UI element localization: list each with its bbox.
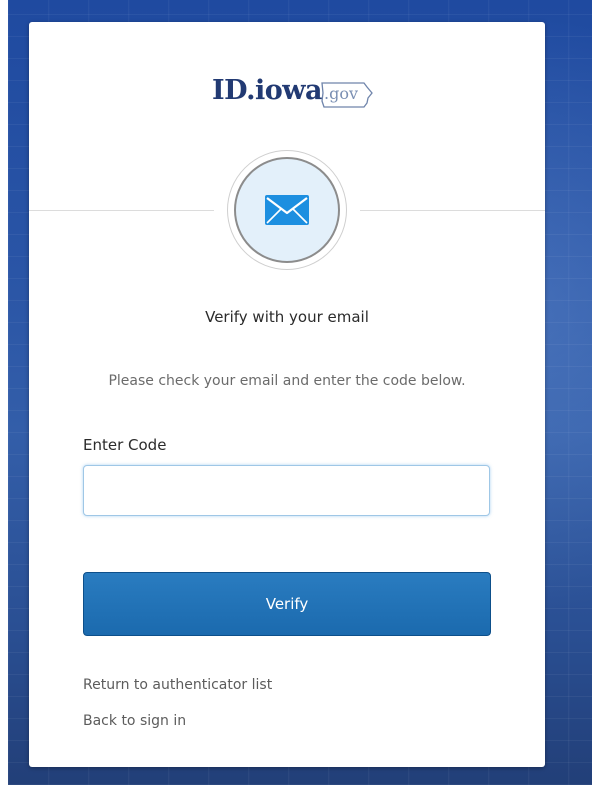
badge-inner-circle [234, 157, 340, 263]
code-input[interactable] [83, 465, 490, 516]
code-field-label: Enter Code [83, 436, 167, 454]
back-to-sign-in-link[interactable]: Back to sign in [83, 713, 186, 729]
logo-main-text: ID.iowa [212, 75, 322, 106]
email-authenticator-badge [227, 150, 347, 270]
iowa-state-outline-icon [321, 82, 373, 108]
verify-email-card: ID.iowa .gov Verify with your email Plea… [29, 22, 545, 767]
page: ID.iowa .gov Verify with your email Plea… [0, 0, 592, 785]
page-title: Verify with your email [205, 308, 369, 326]
envelope-icon [265, 195, 309, 225]
instructions-text: Please check your email and enter the co… [108, 373, 466, 389]
id-iowa-logo: ID.iowa .gov [29, 76, 545, 126]
return-to-authenticator-list-link[interactable]: Return to authenticator list [83, 677, 272, 693]
divider-right [360, 210, 545, 211]
logo-wordmark: ID.iowa .gov [212, 75, 373, 108]
verify-button[interactable]: Verify [83, 572, 491, 636]
divider-left [29, 210, 214, 211]
